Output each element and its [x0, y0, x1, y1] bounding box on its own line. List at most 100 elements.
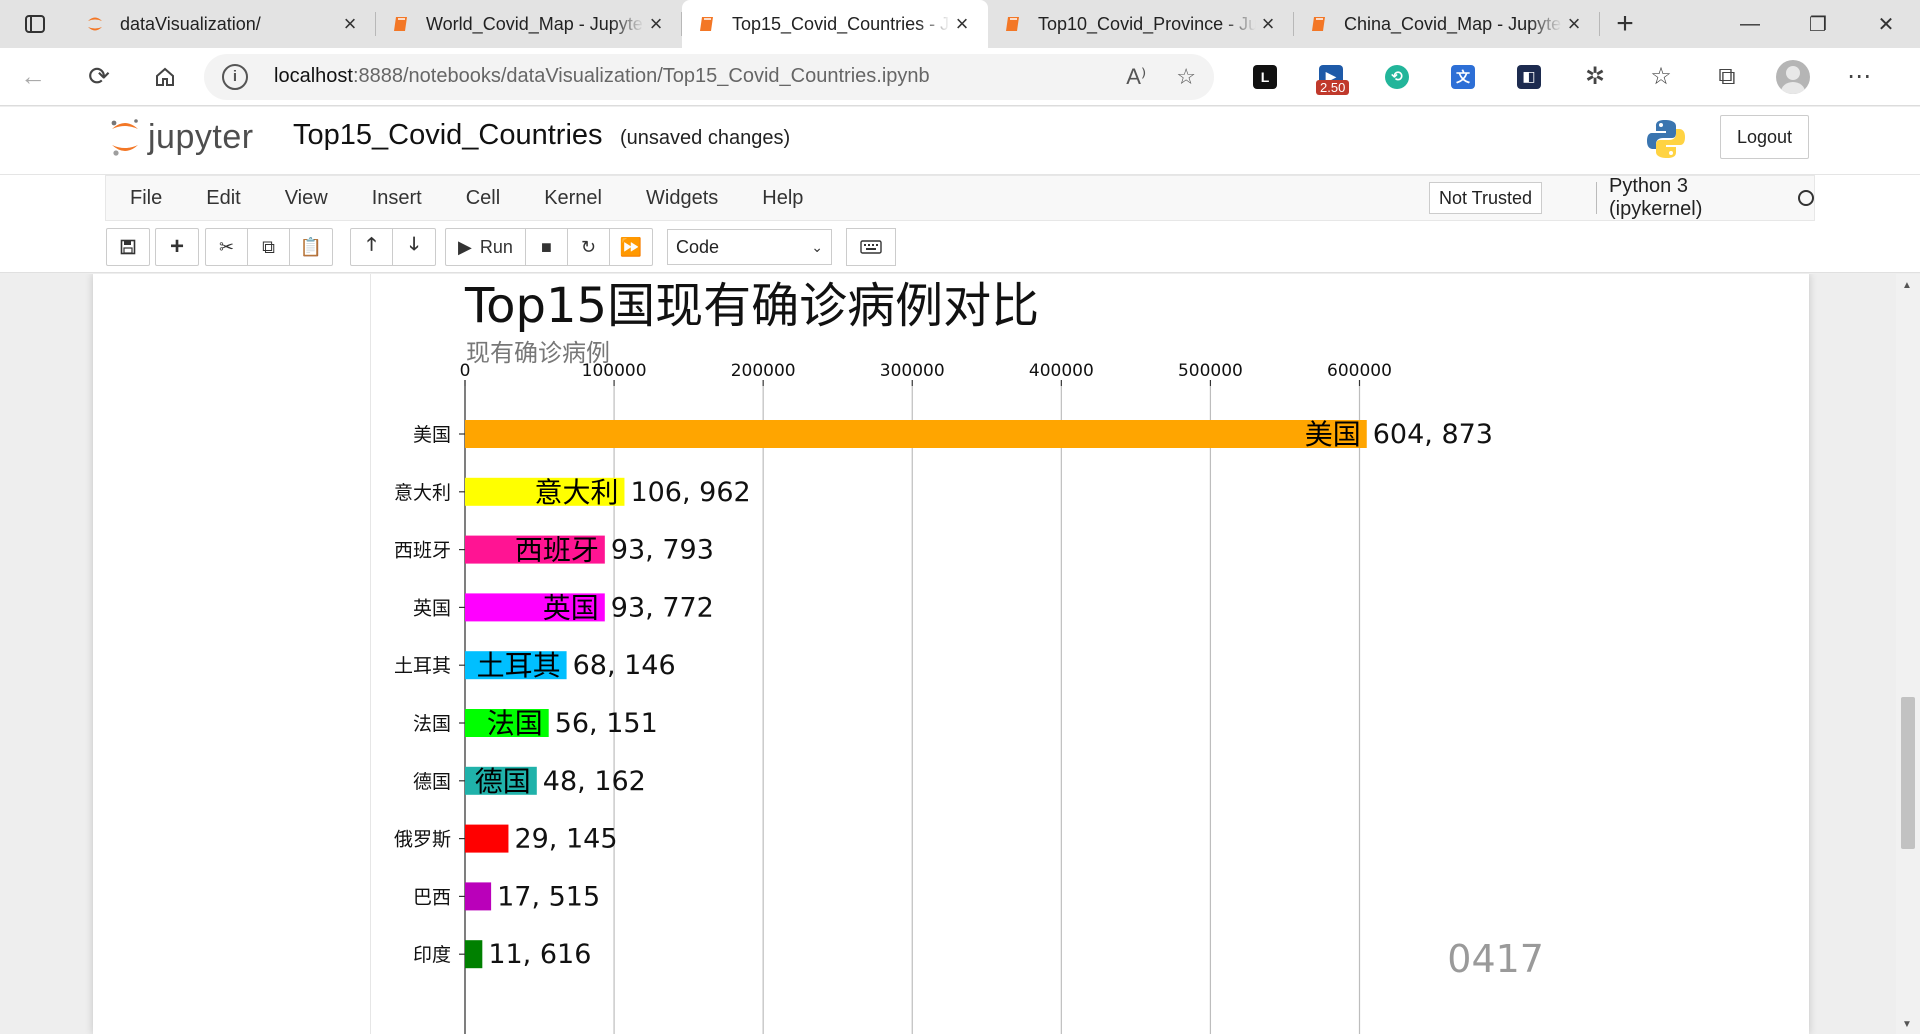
- tab-title: China_Covid_Map - Jupyter Notebook: [1344, 13, 1562, 34]
- insert-group: +: [155, 228, 199, 266]
- kernel-name: Python 3 (ipykernel): [1609, 175, 1703, 220]
- close-tab-icon[interactable]: ×: [338, 11, 362, 37]
- url-host: localhost: [274, 65, 353, 87]
- copy-icon[interactable]: ⧉: [248, 229, 290, 265]
- close-tab-icon[interactable]: ×: [644, 11, 668, 37]
- run-group: ▶ Run ■ ↻ ⏩: [445, 228, 653, 266]
- page-scrollbar[interactable]: ▲ ▼: [1896, 274, 1920, 1034]
- y-tick-label: 西班牙: [394, 540, 451, 562]
- jupyter-logo-text: jupyter: [148, 117, 254, 156]
- browser-tab[interactable]: Top10_Covid_Province - Jupyter Notebook×: [988, 0, 1294, 48]
- bar-inner-label: 英国: [543, 591, 599, 624]
- interrupt-icon[interactable]: ■: [526, 229, 568, 265]
- insert-cell-icon[interactable]: +: [156, 229, 198, 265]
- refresh-icon[interactable]: ⟳: [66, 61, 132, 92]
- save-icon[interactable]: [107, 229, 149, 265]
- bar-value-label: 68, 146: [573, 650, 676, 681]
- extension-badge-icon[interactable]: ▶ 2.50: [1298, 48, 1364, 106]
- read-aloud-icon[interactable]: A⁾: [1126, 64, 1146, 90]
- tab-actions-icon[interactable]: [0, 0, 70, 48]
- browser-tab[interactable]: China_Covid_Map - Jupyter Notebook×: [1294, 0, 1600, 48]
- chart-output: Top15国现有确诊病例对比 现有确诊病例 0 100000 200000 30000…: [394, 278, 1544, 1034]
- close-tab-icon[interactable]: ×: [1562, 11, 1586, 37]
- y-tick-label: 美国: [413, 424, 451, 446]
- browser-tab[interactable]: World_Covid_Map - Jupyter Notebook×: [376, 0, 682, 48]
- move-down-icon[interactable]: 🡓: [393, 229, 435, 265]
- favorites-icon[interactable]: ☆: [1628, 48, 1694, 106]
- restore-icon[interactable]: ❐: [1784, 0, 1852, 48]
- menu-insert[interactable]: Insert: [350, 187, 444, 210]
- clipboard-group: ✂ ⧉ 📋: [205, 228, 333, 266]
- extension-green-icon[interactable]: ⟲: [1364, 48, 1430, 106]
- y-tick-label: 巴西: [413, 886, 451, 908]
- y-tick-label: 俄罗斯: [394, 829, 451, 851]
- notebook-name[interactable]: Top15_Covid_Countries: [293, 119, 603, 152]
- back-icon[interactable]: ←: [0, 61, 66, 92]
- x-tick-label: 300000: [880, 361, 945, 381]
- more-menu-icon[interactable]: ⋯: [1826, 48, 1892, 106]
- bar: [465, 824, 509, 853]
- new-tab-button[interactable]: +: [1600, 0, 1650, 48]
- url-input[interactable]: i localhost:8888/notebooks/dataVisualiza…: [204, 53, 1214, 100]
- logout-button[interactable]: Logout: [1720, 115, 1809, 159]
- minimize-icon[interactable]: —: [1716, 0, 1784, 48]
- run-button[interactable]: ▶ Run: [446, 229, 526, 265]
- kernel-indicator: Python 3 (ipykernel): [1596, 175, 1814, 220]
- notebook-tab-icon: [1002, 13, 1024, 35]
- browser-tab[interactable]: Top15_Covid_Countries - Jupyter Notebook…: [682, 0, 988, 48]
- close-tab-icon[interactable]: ×: [1256, 11, 1280, 37]
- bar: [465, 420, 1367, 448]
- close-tab-icon[interactable]: ×: [950, 11, 974, 37]
- bar-value-label: 93, 793: [611, 535, 714, 566]
- close-window-icon[interactable]: ✕: [1852, 0, 1920, 48]
- bar-inner-label: 法国: [487, 707, 543, 740]
- cell-type-value: Code: [676, 236, 720, 257]
- keyboard-shortcuts-icon[interactable]: [846, 228, 896, 266]
- y-tick-label: 印度: [413, 944, 451, 966]
- scroll-down-icon[interactable]: ▼: [1902, 1019, 1912, 1030]
- menu-view[interactable]: View: [263, 187, 350, 210]
- tab-title: Top10_Covid_Province - Jupyter Notebook: [1038, 13, 1256, 34]
- bar-inner-label: 西班牙: [515, 534, 599, 567]
- tab-title: Top15_Covid_Countries - Jupyter Notebook: [732, 13, 950, 34]
- menu-cell[interactable]: Cell: [444, 187, 522, 210]
- bar-inner-label: 土耳其: [477, 649, 561, 682]
- scrollbar-thumb[interactable]: [1901, 697, 1915, 849]
- notebook-toolbar: + ✂ ⧉ 📋 🡑 🡓 ▶ Run ■ ↻ ⏩ Code ⌄: [0, 225, 1920, 273]
- cell-type-select[interactable]: Code ⌄: [667, 229, 832, 265]
- menu-file[interactable]: File: [106, 187, 184, 210]
- notebook-content: Top15国现有确诊病例对比 现有确诊病例 0 100000 200000 30000…: [0, 274, 1920, 1034]
- add-favorite-icon[interactable]: ☆: [1176, 64, 1196, 90]
- collections-icon[interactable]: ⧉: [1694, 48, 1760, 106]
- menu-widgets[interactable]: Widgets: [624, 187, 740, 210]
- not-trusted-button[interactable]: Not Trusted: [1429, 182, 1543, 214]
- bar-value-label: 93, 772: [611, 592, 714, 623]
- home-icon[interactable]: [132, 66, 198, 88]
- extension-l-icon[interactable]: L: [1232, 48, 1298, 106]
- menu-kernel[interactable]: Kernel: [522, 187, 624, 210]
- browser-tab[interactable]: dataVisualization/ ×: [70, 0, 376, 48]
- jupyter-logo[interactable]: jupyter: [108, 115, 254, 159]
- profile-avatar[interactable]: [1760, 48, 1826, 106]
- chart-date-label: 0417: [1447, 937, 1544, 981]
- cut-icon[interactable]: ✂: [206, 229, 248, 265]
- menu-edit[interactable]: Edit: [184, 187, 262, 210]
- y-tick-label: 意大利: [394, 482, 451, 504]
- x-tick-label: 600000: [1327, 361, 1392, 381]
- move-up-icon[interactable]: 🡑: [351, 229, 393, 265]
- y-tick-label: 英国: [413, 597, 451, 619]
- x-tick-label: 500000: [1178, 361, 1243, 381]
- restart-icon[interactable]: ↻: [568, 229, 610, 265]
- extension-translate-icon[interactable]: 文: [1430, 48, 1496, 106]
- tab-title: dataVisualization/: [120, 13, 261, 34]
- extensions-puzzle-icon[interactable]: ✲: [1562, 48, 1628, 106]
- paste-icon[interactable]: 📋: [290, 229, 332, 265]
- extension-dark-icon[interactable]: ◧: [1496, 48, 1562, 106]
- menu-help[interactable]: Help: [740, 187, 825, 210]
- bar: [465, 940, 483, 969]
- site-info-icon[interactable]: i: [222, 63, 248, 90]
- menu-bar: File Edit View Insert Cell Kernel Widget…: [0, 175, 1920, 225]
- chevron-down-icon: ⌄: [811, 238, 823, 255]
- restart-run-all-icon[interactable]: ⏩: [610, 229, 652, 265]
- scroll-up-icon[interactable]: ▲: [1902, 280, 1912, 291]
